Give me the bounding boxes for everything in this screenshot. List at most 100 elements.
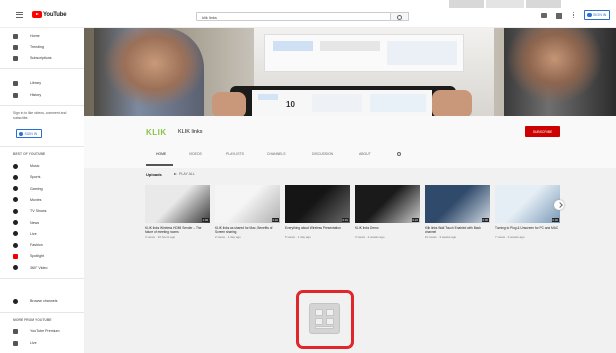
account-icon xyxy=(19,131,23,136)
video-card[interactable]: 0:24 KLIK links Demo 3 views · 2 weeks ago xyxy=(355,185,420,239)
sidebar-item[interactable]: Gaming xyxy=(13,186,43,192)
sidebar-item-label: Fashion xyxy=(30,243,43,248)
sidebar-item[interactable]: Home xyxy=(13,33,40,39)
banner-person-right xyxy=(504,28,616,116)
sidebar-item[interactable]: Music xyxy=(13,163,39,169)
channel-name: KLIK links xyxy=(178,129,203,135)
video-camera-icon[interactable] xyxy=(541,13,547,18)
video-thumbnail[interactable]: 0:40 xyxy=(495,185,560,223)
sidebar-divider xyxy=(0,146,84,147)
youtube-logo-text: YouTube xyxy=(43,11,67,18)
video-thumbnail[interactable]: 0:35 xyxy=(425,185,490,223)
signin-button[interactable]: SIGN IN xyxy=(584,10,610,20)
video-title[interactable]: KLIK links as shared for Mac, Benefits o… xyxy=(215,226,280,234)
uploads-heading: Uploads xyxy=(146,172,162,177)
sidebar-item[interactable]: YouTube Premium xyxy=(13,328,60,334)
video-title[interactable]: KLIK links Wireless HDMI Sender – The fu… xyxy=(145,226,210,234)
sidebar-item[interactable]: History xyxy=(13,92,41,98)
video-thumbnail[interactable]: 0:24 xyxy=(355,185,420,223)
menu-icon[interactable] xyxy=(16,12,23,19)
movies-icon xyxy=(13,197,18,203)
sidebar-item[interactable]: Trending xyxy=(13,44,44,50)
tab-channels[interactable]: CHANNELS xyxy=(267,152,285,156)
video-duration: 0:35 xyxy=(481,218,489,222)
search-input[interactable]: klik links xyxy=(196,12,391,21)
youtube-play-icon xyxy=(32,11,42,18)
sidebar: Home Trending Subscriptions Library History S… xyxy=(0,28,84,353)
banner-tablet-screen: 10 xyxy=(252,90,432,116)
video-card[interactable]: 0:35 Klik links Wall Touch Enabled with B… xyxy=(425,185,490,239)
masthead: YouTube klik links SIGN IN xyxy=(0,0,616,28)
music-icon xyxy=(13,163,18,169)
video-card[interactable]: 0:31 Everything about Wireless Presentati… xyxy=(285,185,350,239)
channel-header: KLIK KLIK links SUBSCRIBE HOME VIDEOS PLAY… xyxy=(84,116,616,168)
tab-playlists[interactable]: PLAYLISTS xyxy=(226,152,244,156)
sidebar-item-label: Browse channels xyxy=(30,299,58,303)
sidebar-item[interactable]: Live xyxy=(13,231,37,237)
sidebar-divider xyxy=(0,68,84,69)
account-icon xyxy=(587,12,592,18)
sidebar-item-label: Trending xyxy=(30,45,45,49)
play-all-button[interactable]: PLAY ALL xyxy=(174,172,195,176)
sidebar-item-label: Spotlight xyxy=(30,254,44,259)
sidebar-item-label: Movies xyxy=(30,197,42,202)
youtube-logo[interactable]: YouTube xyxy=(32,11,67,18)
video-card[interactable]: 1:03 KLIK links Wireless HDMI Sender – Th… xyxy=(145,185,210,239)
video-duration: 0:24 xyxy=(411,218,419,222)
add-circle-icon xyxy=(13,298,18,304)
sidebar-item[interactable]: Subscriptions xyxy=(13,55,52,61)
sidebar-item-label: Home xyxy=(30,34,40,38)
sidebar-signin-button[interactable]: SIGN IN xyxy=(16,129,42,138)
library-icon xyxy=(13,80,18,86)
sidebar-item[interactable]: Spotlight xyxy=(13,253,44,259)
shelf-next-arrow-icon[interactable] xyxy=(554,200,564,210)
sidebar-item[interactable]: Fashion xyxy=(13,242,43,248)
spotlight-icon xyxy=(13,253,18,259)
sidebar-item-browse-channels[interactable]: Browse channels xyxy=(13,298,57,304)
more-vert-icon[interactable] xyxy=(573,12,575,19)
video-card[interactable]: 0:42 KLIK links as shared for Mac, Benefi… xyxy=(215,185,280,239)
video-thumbnail[interactable]: 1:03 xyxy=(145,185,210,223)
sidebar-item[interactable]: News xyxy=(13,220,39,226)
sidebar-item-label: Live xyxy=(30,231,37,236)
banner-wall-screen xyxy=(264,34,464,72)
video-duration: 0:31 xyxy=(341,218,349,222)
sidebar-item[interactable]: 360° Video xyxy=(13,265,48,271)
video-title[interactable]: Everything about Wireless Presentation xyxy=(285,226,350,234)
sidebar-divider xyxy=(0,312,84,313)
sidebar-item[interactable]: Sports xyxy=(13,174,40,180)
sidebar-item[interactable]: TV Shows xyxy=(13,208,46,214)
video-title[interactable]: KLIK links Demo xyxy=(355,226,420,234)
subscribe-button[interactable]: SUBSCRIBE xyxy=(525,126,560,137)
search-button[interactable] xyxy=(391,12,409,21)
trending-icon xyxy=(13,44,18,50)
video-title[interactable]: Klik links Wall Touch Enabled with Back … xyxy=(425,226,490,234)
channel-search-icon[interactable] xyxy=(397,152,401,156)
tab-about[interactable]: ABOUT xyxy=(359,152,371,156)
window-frame-bar xyxy=(526,0,561,8)
sidebar-item[interactable]: Library xyxy=(13,80,41,86)
sidebar-item-label: 360° Video xyxy=(30,265,48,270)
video-title[interactable]: Turning to Plug & Unscreen for PC and MA… xyxy=(495,226,560,234)
sidebar-item[interactable]: Live xyxy=(13,340,37,346)
search-input-value: klik links xyxy=(202,14,217,20)
video-card[interactable]: 0:40 Turning to Plug & Unscreen for PC an… xyxy=(495,185,560,239)
sports-icon xyxy=(13,174,18,180)
sidebar-divider xyxy=(0,105,84,106)
tab-videos[interactable]: VIDEOS xyxy=(189,152,202,156)
fashion-icon xyxy=(13,242,18,248)
video-meta: 10 views · 3 weeks ago xyxy=(425,235,457,239)
video-meta: 2 views · 1 day ago xyxy=(215,235,241,239)
apps-grid-icon[interactable] xyxy=(556,13,562,19)
channel-avatar[interactable]: KLIK xyxy=(146,128,167,137)
video-thumbnail[interactable]: 0:42 xyxy=(215,185,280,223)
tab-discussion[interactable]: DISCUSSION xyxy=(312,152,333,156)
sidebar-item-label: Music xyxy=(30,164,40,168)
video-thumbnail[interactable]: 0:31 xyxy=(285,185,350,223)
signin-label: SIGN IN xyxy=(24,131,38,136)
best-of-youtube-heading: BEST OF YOUTUBE xyxy=(13,152,46,156)
tv-shows-icon xyxy=(13,208,18,214)
tab-home[interactable]: HOME xyxy=(156,152,166,156)
channel-page: 10 KLIK KLIK links SUBSCRIBE HOME VIDEOS P… xyxy=(84,28,616,353)
sidebar-item[interactable]: Movies xyxy=(13,197,41,203)
